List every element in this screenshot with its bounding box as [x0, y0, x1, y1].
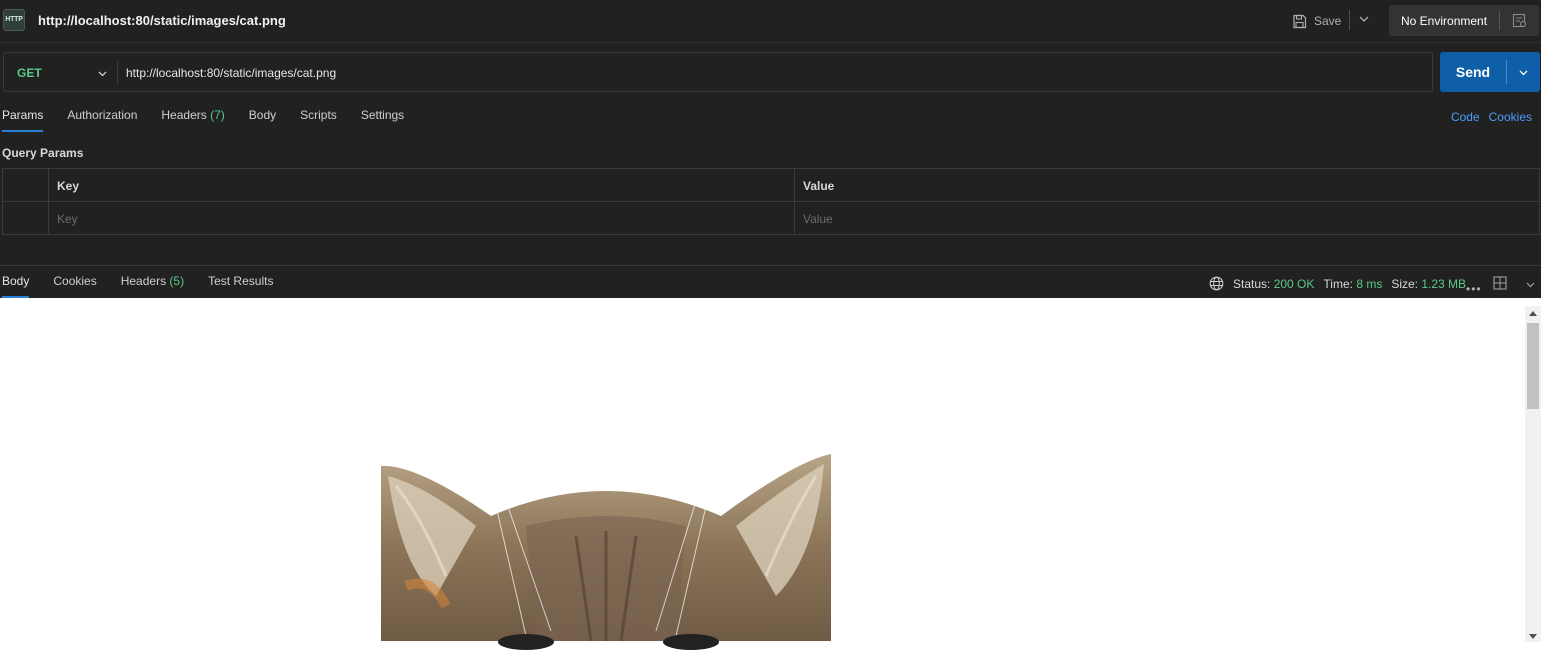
query-params-table: Key Value Key Value — [2, 168, 1540, 235]
more-options-icon[interactable]: ••• — [1466, 282, 1482, 296]
response-image-viewer — [0, 298, 1541, 650]
value-column-header: Value — [794, 169, 1539, 202]
tab-label: Authorization — [67, 108, 138, 122]
tab-label: Cookies — [53, 274, 97, 288]
chevron-down-icon[interactable] — [1358, 13, 1370, 25]
status-label: Status: — [1233, 276, 1271, 291]
divider — [117, 61, 118, 85]
key-input[interactable]: Key — [48, 202, 794, 235]
tab-label: Params — [2, 108, 44, 122]
divider — [1499, 11, 1500, 30]
cat-image — [381, 454, 831, 650]
environment-label: No Environment — [1401, 14, 1488, 28]
globe-icon[interactable] — [1209, 276, 1224, 291]
divider — [1349, 10, 1350, 30]
status-item: Status: 200 OK — [1233, 277, 1314, 291]
send-button[interactable]: Send — [1440, 52, 1540, 92]
url-bar: GET http://localhost:80/static/images/ca… — [3, 52, 1433, 92]
request-links: Code Cookies — [1451, 110, 1532, 124]
checkbox-column-header — [3, 169, 48, 202]
save-label: Save — [1314, 14, 1342, 28]
tab-response-headers[interactable]: Headers (5) — [121, 274, 184, 298]
scroll-down-arrow-icon[interactable] — [1529, 634, 1537, 639]
tab-label: Headers — [120, 274, 167, 288]
size-item: Size: 1.23 MB — [1391, 277, 1466, 291]
tab-authorization[interactable]: Authorization — [67, 108, 137, 132]
layout-toggle-icon[interactable] — [1493, 276, 1507, 290]
value-input[interactable]: Value — [794, 202, 1539, 235]
tab-count: (5) — [169, 274, 185, 288]
code-link[interactable]: Code — [1451, 110, 1480, 124]
http-request-icon: HTTP — [3, 9, 25, 31]
table-header-row: Key Value — [3, 169, 1539, 202]
tab-count: (7) — [210, 108, 225, 122]
tab-scripts[interactable]: Scripts — [300, 108, 337, 132]
tab-body[interactable]: Body — [249, 108, 276, 132]
time-value: 8 ms — [1356, 276, 1383, 291]
response-tabs: Body Cookies Headers (5) Test Results — [2, 274, 297, 298]
vertical-scrollbar[interactable] — [1525, 306, 1541, 642]
size-label: Size: — [1391, 276, 1419, 291]
environment-selector[interactable]: No Environment — [1389, 5, 1539, 36]
chevron-down-icon[interactable] — [1518, 67, 1529, 78]
size-value: 1.23 MB — [1421, 276, 1467, 291]
save-icon — [1293, 14, 1307, 28]
tab-test-results[interactable]: Test Results — [208, 274, 273, 298]
time-item: Time: 8 ms — [1323, 277, 1382, 291]
tab-headers[interactable]: Headers (7) — [161, 108, 224, 132]
response-divider[interactable] — [0, 265, 1541, 266]
status-value: 200 OK — [1273, 276, 1315, 291]
time-label: Time: — [1323, 276, 1353, 291]
chevron-down-icon[interactable] — [1525, 279, 1536, 290]
tab-label: Body — [248, 108, 277, 122]
request-title: http://localhost:80/static/images/cat.pn… — [38, 13, 286, 28]
save-button[interactable]: Save — [1292, 11, 1341, 31]
query-params-title: Query Params — [2, 146, 84, 160]
scrollbar-thumb[interactable] — [1527, 323, 1539, 409]
response-status-bar: Status: 200 OK Time: 8 ms Size: 1.23 MB — [1209, 276, 1466, 291]
send-label: Send — [1455, 64, 1491, 80]
tab-params[interactable]: Params — [2, 108, 44, 132]
divider — [1506, 60, 1507, 84]
title-bar: HTTP http://localhost:80/static/images/c… — [0, 0, 1541, 43]
url-input[interactable]: http://localhost:80/static/images/cat.pn… — [126, 66, 336, 80]
tab-label: Headers — [161, 108, 207, 122]
tab-label: Scripts — [300, 108, 337, 122]
tab-response-cookies[interactable]: Cookies — [53, 274, 96, 298]
environment-quick-look-icon[interactable] — [1512, 13, 1527, 28]
tab-settings[interactable]: Settings — [361, 108, 404, 132]
method-select[interactable]: GET — [17, 66, 42, 80]
cookies-link[interactable]: Cookies — [1489, 110, 1532, 124]
tab-label: Body — [2, 274, 30, 288]
tab-response-body[interactable]: Body — [2, 274, 30, 298]
chevron-down-icon[interactable] — [97, 68, 108, 79]
request-tabs: Params Authorization Headers (7) Body Sc… — [2, 108, 428, 132]
table-row: Key Value — [3, 202, 1539, 235]
row-checkbox-cell[interactable] — [3, 202, 48, 235]
key-column-header: Key — [48, 169, 794, 202]
scroll-up-arrow-icon[interactable] — [1529, 311, 1537, 316]
tab-label: Test Results — [208, 274, 274, 288]
tab-label: Settings — [360, 108, 405, 122]
